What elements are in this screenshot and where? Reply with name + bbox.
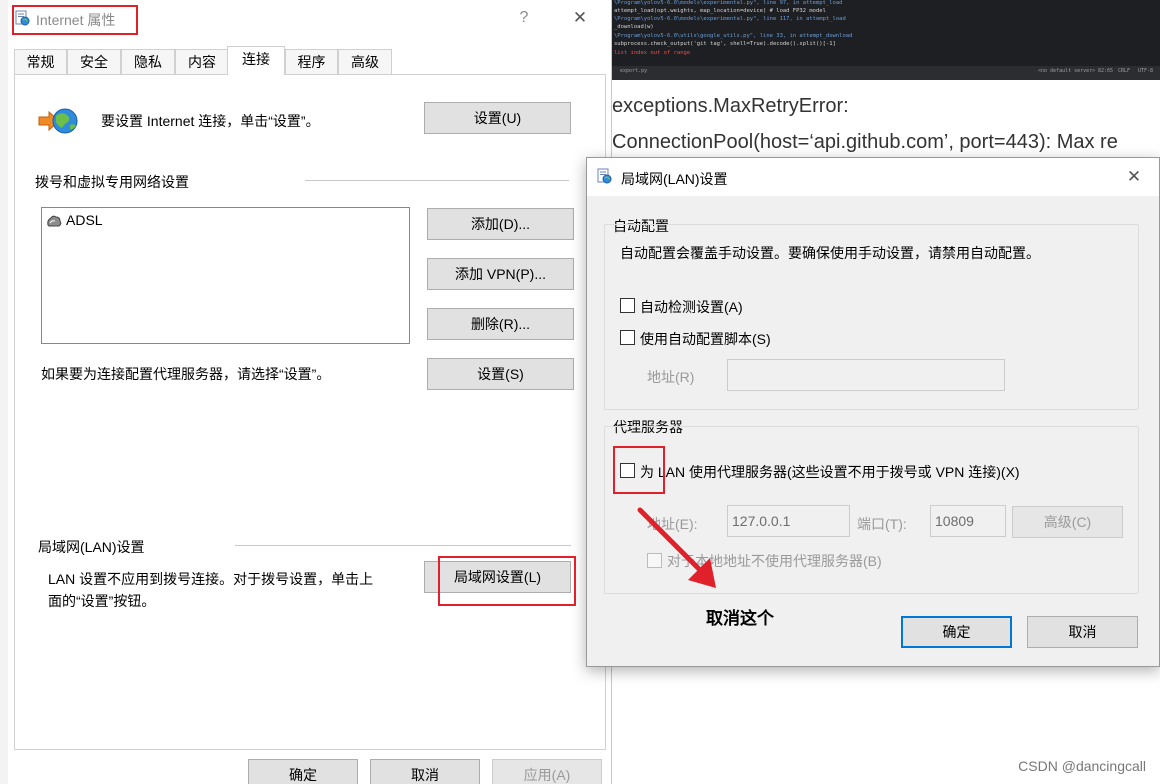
internet-properties-dialog: Internet 属性 ? ✕ 常规 安全 隐私 内容 连接 程序 高级 要设置… bbox=[8, 0, 612, 784]
add-vpn-button[interactable]: 添加 VPN(P)... bbox=[427, 258, 574, 290]
auto-detect-label: 自动检测设置(A) bbox=[640, 299, 743, 315]
lan-dialog-title: 局域网(LAN)设置 bbox=[621, 171, 728, 187]
annotation-box-lan-button bbox=[438, 556, 576, 606]
ok-button[interactable]: 确定 bbox=[248, 759, 358, 784]
setup-button[interactable]: 设置(U) bbox=[424, 102, 571, 134]
group-divider bbox=[305, 180, 569, 181]
code-editor-background: \Program\yolov5-6.0\models\experimental.… bbox=[610, 0, 1160, 80]
editor-status-bar: export.py <no default server> 82:65 CRLF… bbox=[610, 66, 1160, 80]
code-line: list index out of range bbox=[614, 50, 691, 56]
proxy-settings-hint: 如果要为连接配置代理服务器，请选择“设置”。 bbox=[41, 366, 331, 382]
tab-programs[interactable]: 程序 bbox=[285, 49, 338, 74]
code-line: \Program\yolov5-6.0\models\experimental.… bbox=[614, 16, 846, 22]
use-proxy-label: 为 LAN 使用代理服务器(这些设置不用于拨号或 VPN 连接)(X) bbox=[640, 464, 1020, 480]
status-item: CRLF bbox=[1118, 68, 1131, 74]
status-item: UTF-8 bbox=[1138, 68, 1154, 74]
help-button[interactable]: ? bbox=[514, 8, 534, 28]
auto-detect-checkbox[interactable] bbox=[620, 298, 635, 313]
annotation-box-proxy-checkbox bbox=[613, 446, 665, 494]
lan-group-header: 局域网(LAN)设置 bbox=[38, 539, 145, 555]
lan-dialog-titlebar: 局域网(LAN)设置 ✕ bbox=[587, 158, 1159, 196]
lan-description-line1: LAN 设置不应用到拨号连接。对于拨号设置，单击上 bbox=[48, 571, 374, 587]
annotation-box-title bbox=[12, 5, 138, 35]
tab-security[interactable]: 安全 bbox=[67, 49, 121, 74]
tab-advanced[interactable]: 高级 bbox=[338, 49, 392, 74]
connections-listbox[interactable]: ADSL bbox=[41, 207, 410, 344]
lan-close-button[interactable]: ✕ bbox=[1124, 167, 1144, 187]
code-line: subprocess.check_output('git tag', shell… bbox=[614, 41, 836, 47]
close-button[interactable]: ✕ bbox=[570, 8, 590, 28]
tab-content[interactable]: 内容 bbox=[175, 49, 229, 74]
list-item-label: ADSL bbox=[66, 212, 103, 228]
internet-setup-icon bbox=[38, 108, 78, 134]
connections-tab-panel: 要设置 Internet 连接，单击“设置”。 设置(U) 拨号和虚拟专用网络设… bbox=[14, 74, 606, 750]
annotation-text: 取消这个 bbox=[706, 609, 774, 628]
editor-tab-label[interactable]: export.py bbox=[620, 68, 647, 74]
auto-config-script-checkbox[interactable] bbox=[620, 330, 635, 345]
group-divider bbox=[235, 545, 571, 546]
apply-button[interactable]: 应用(A) bbox=[492, 759, 602, 784]
cancel-button[interactable]: 取消 bbox=[370, 759, 480, 784]
lan-description-line2: 面的“设置”按钮。 bbox=[48, 593, 156, 609]
dialup-group-header: 拨号和虚拟专用网络设置 bbox=[35, 174, 189, 190]
code-line: _download(w) bbox=[614, 24, 654, 30]
proxy-port-label: 端口(T): bbox=[857, 516, 907, 532]
code-line: \Program\yolov5-6.0\models\experimental.… bbox=[614, 0, 843, 6]
lan-cancel-button[interactable]: 取消 bbox=[1027, 616, 1138, 648]
status-item: <no default server> bbox=[1038, 68, 1096, 74]
add-connection-button[interactable]: 添加(D)... bbox=[427, 208, 574, 240]
setup-description: 要设置 Internet 连接，单击“设置”。 bbox=[101, 113, 320, 129]
dialup-connection-icon bbox=[47, 215, 62, 227]
code-line: attempt_load(opt.weights, map_location=d… bbox=[614, 8, 826, 14]
code-line: \Program\yolov5-6.0\utils\google_utils.p… bbox=[614, 33, 853, 39]
proxy-advanced-button[interactable]: 高级(C) bbox=[1012, 506, 1123, 538]
script-address-input[interactable] bbox=[727, 359, 1005, 391]
script-address-label: 地址(R) bbox=[647, 369, 695, 385]
auto-config-description: 自动配置会覆盖手动设置。要确保使用手动设置，请禁用自动配置。 bbox=[620, 245, 1040, 261]
csdn-watermark: CSDN @dancingcall bbox=[1018, 758, 1146, 774]
tab-privacy[interactable]: 隐私 bbox=[121, 49, 175, 74]
proxy-port-input[interactable]: 10809 bbox=[930, 505, 1006, 537]
background-window-edge bbox=[0, 0, 8, 784]
article-text-line: exceptions.MaxRetryError: bbox=[612, 95, 849, 117]
lan-settings-app-icon bbox=[597, 168, 612, 184]
tab-connections[interactable]: 连接 bbox=[227, 46, 285, 75]
annotation-arrow-icon bbox=[637, 507, 716, 588]
tab-general[interactable]: 常规 bbox=[14, 49, 67, 74]
article-text-line: ConnectionPool(host=‘api.github.com’, po… bbox=[612, 131, 1118, 153]
proxy-address-input[interactable]: 127.0.0.1 bbox=[727, 505, 850, 537]
auto-config-script-label: 使用自动配置脚本(S) bbox=[640, 331, 771, 347]
lan-ok-button[interactable]: 确定 bbox=[901, 616, 1012, 648]
dialup-settings-button[interactable]: 设置(S) bbox=[427, 358, 574, 390]
remove-connection-button[interactable]: 删除(R)... bbox=[427, 308, 574, 340]
status-item: 82:65 bbox=[1098, 68, 1114, 74]
